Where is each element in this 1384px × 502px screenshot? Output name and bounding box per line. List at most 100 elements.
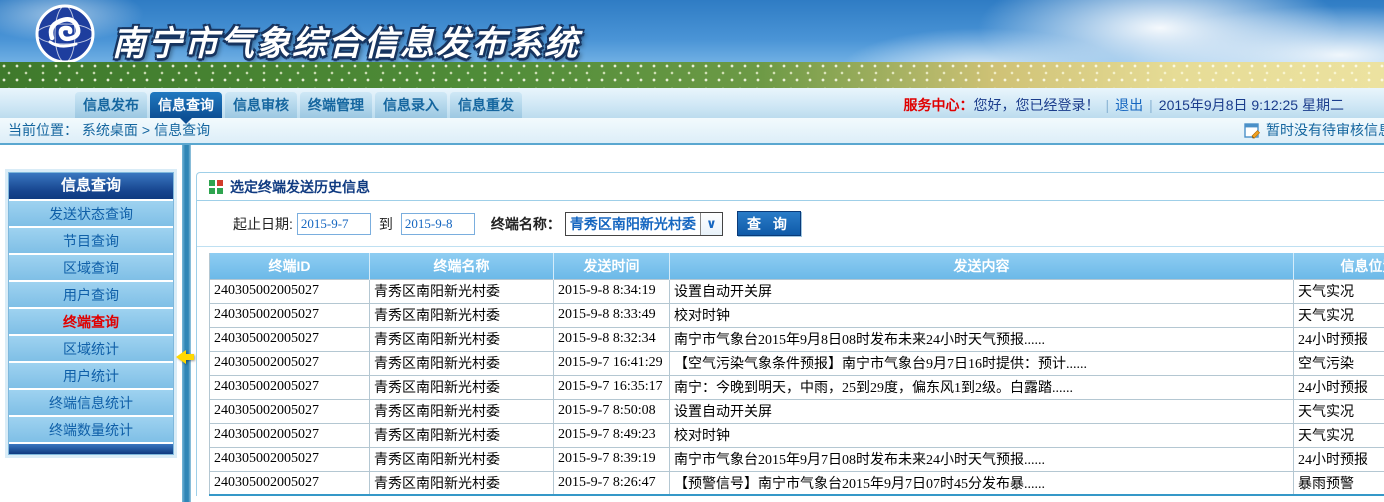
datetime-label: 2015年9月8日 9:12:25 星期二	[1159, 97, 1344, 113]
login-greeting: 您好，您已经登录！	[974, 97, 1100, 113]
logout-link[interactable]: 退出	[1115, 97, 1143, 113]
table-cell-r5-c4: 天气实况	[1294, 399, 1384, 423]
nav-tab-1[interactable]: 信息查询	[150, 92, 222, 118]
terminal-name-label: 终端名称：	[491, 214, 561, 234]
nav-tab-3[interactable]: 终端管理	[300, 92, 372, 118]
table-cell-r3-c3: 【空气污染气象条件预报】南宁市气象台9月7日16时提供：预计......	[670, 351, 1294, 375]
table-cell-r0-c2: 2015-9-8 8:34:19	[554, 279, 670, 303]
pending-review-notice: 暂时没有待审核信息	[1244, 118, 1384, 143]
table-cell-r4-c1: 青秀区南阳新光村委	[370, 375, 554, 399]
header-banner: 中国气象 南宁市气象综合信息发布系统	[0, 0, 1384, 88]
table-cell-r4-c2: 2015-9-7 16:35:17	[554, 375, 670, 399]
table-cell-r2-c0: 240305002005027	[210, 327, 370, 351]
table-col-header-0: 终端ID	[210, 253, 370, 279]
sidebar-menu: 信息查询 发送状态查询节目查询区域查询用户查询终端查询区域统计用户统计终端信息统…	[8, 172, 174, 455]
table-cell-r8-c2: 2015-9-7 8:26:47	[554, 471, 670, 495]
table-cell-r3-c1: 青秀区南阳新光村委	[370, 351, 554, 375]
table-cell-r7-c3: 南宁市气象台2015年9月7日08时发布未来24小时天气预报......	[670, 447, 1294, 471]
cma-logo: 中国气象	[22, 4, 108, 88]
nav-tab-5[interactable]: 信息重发	[450, 92, 522, 118]
app-title: 南宁市气象综合信息发布系统	[112, 16, 580, 65]
nav-tab-0[interactable]: 信息发布	[75, 92, 147, 118]
table-cell-r2-c2: 2015-9-8 8:32:34	[554, 327, 670, 351]
nav-tab-2[interactable]: 信息审核	[225, 92, 297, 118]
main-nav: 信息发布信息查询信息审核终端管理信息录入信息重发 服务中心：您好，您已经登录！|…	[0, 88, 1384, 118]
sidebar-item-5[interactable]: 区域统计	[9, 334, 173, 361]
table-row: 240305002005027青秀区南阳新光村委2015-9-7 16:41:2…	[210, 351, 1384, 375]
table-cell-r7-c2: 2015-9-7 8:39:19	[554, 447, 670, 471]
sidebar-item-0[interactable]: 发送状态查询	[9, 199, 173, 226]
table-cell-r5-c1: 青秀区南阳新光村委	[370, 399, 554, 423]
table-col-header-3: 发送内容	[670, 253, 1294, 279]
nav-tabs: 信息发布信息查询信息审核终端管理信息录入信息重发	[75, 92, 522, 118]
sidebar-item-3[interactable]: 用户查询	[9, 280, 173, 307]
table-cell-r8-c0: 240305002005027	[210, 471, 370, 495]
sidebar-item-7[interactable]: 终端信息统计	[9, 388, 173, 415]
table-cell-r2-c3: 南宁市气象台2015年9月8日08时发布未来24小时天气预报......	[670, 327, 1294, 351]
collapse-arrow-icon[interactable]	[176, 350, 186, 364]
table-col-header-4: 信息位置	[1294, 253, 1384, 279]
table-cell-r8-c3: 【预警信号】南宁市气象台2015年9月7日07时45分发布暴......	[670, 471, 1294, 495]
table-row: 240305002005027青秀区南阳新光村委2015-9-7 8:49:23…	[210, 423, 1384, 447]
table-cell-r6-c4: 天气实况	[1294, 423, 1384, 447]
table-header-row: 终端ID终端名称发送时间发送内容信息位置	[210, 253, 1384, 279]
table-cell-r3-c0: 240305002005027	[210, 351, 370, 375]
history-panel: 选定终端发送历史信息 起止日期: 到 终端名称： 青秀区南阳新光村委 ∨ 查 询…	[196, 172, 1384, 496]
sidebar-item-6[interactable]: 用户统计	[9, 361, 173, 388]
table-cell-r7-c0: 240305002005027	[210, 447, 370, 471]
table-cell-r3-c2: 2015-9-7 16:41:29	[554, 351, 670, 375]
breadcrumb-prefix: 当前位置：	[8, 122, 78, 138]
breadcrumb-item-0[interactable]: 系统桌面	[82, 122, 138, 138]
table-cell-r3-c4: 空气污染	[1294, 351, 1384, 375]
table-cell-r2-c4: 24小时预报	[1294, 327, 1384, 351]
table-cell-r7-c4: 24小时预报	[1294, 447, 1384, 471]
query-form: 起止日期: 到 终端名称： 青秀区南阳新光村委 ∨ 查 询	[197, 201, 1384, 247]
table-cell-r5-c3: 设置自动开关屏	[670, 399, 1294, 423]
sidebar-header: 信息查询	[9, 173, 173, 199]
date-from-input[interactable]	[297, 213, 371, 235]
date-range-label: 起止日期:	[233, 214, 293, 234]
sidebar-item-8[interactable]: 终端数量统计	[9, 415, 173, 442]
table-cell-r5-c2: 2015-9-7 8:50:08	[554, 399, 670, 423]
table-cell-r1-c1: 青秀区南阳新光村委	[370, 303, 554, 327]
table-cell-r0-c3: 设置自动开关屏	[670, 279, 1294, 303]
table-cell-r1-c2: 2015-9-8 8:33:49	[554, 303, 670, 327]
table-row: 240305002005027青秀区南阳新光村委2015-9-7 8:26:47…	[210, 471, 1384, 495]
edit-document-icon	[1244, 123, 1261, 139]
table-cell-r0-c1: 青秀区南阳新光村委	[370, 279, 554, 303]
sidebar-item-2[interactable]: 区域查询	[9, 253, 173, 280]
table-cell-r7-c1: 青秀区南阳新光村委	[370, 447, 554, 471]
table-row: 240305002005027青秀区南阳新光村委2015-9-7 16:35:1…	[210, 375, 1384, 399]
table-col-header-1: 终端名称	[370, 253, 554, 279]
breadcrumb-item-1[interactable]: 信息查询	[154, 122, 210, 138]
table-cell-r1-c3: 校对时钟	[670, 303, 1294, 327]
nav-tab-4[interactable]: 信息录入	[375, 92, 447, 118]
breadcrumb-separator: >	[142, 122, 150, 138]
sidebar-splitter[interactable]	[182, 145, 191, 502]
table-row: 240305002005027青秀区南阳新光村委2015-9-8 8:34:19…	[210, 279, 1384, 303]
table-cell-r6-c3: 校对时钟	[670, 423, 1294, 447]
date-to-input[interactable]	[401, 213, 475, 235]
table-cell-r0-c0: 240305002005027	[210, 279, 370, 303]
table-cell-r6-c1: 青秀区南阳新光村委	[370, 423, 554, 447]
history-table: 终端ID终端名称发送时间发送内容信息位置 240305002005027青秀区南…	[209, 253, 1384, 496]
table-cell-r4-c0: 240305002005027	[210, 375, 370, 399]
table-cell-r8-c4: 暴雨预警	[1294, 471, 1384, 495]
terminal-select[interactable]: 青秀区南阳新光村委 ∨	[565, 212, 723, 236]
query-button[interactable]: 查 询	[737, 211, 801, 236]
sidebar-item-4[interactable]: 终端查询	[9, 307, 173, 334]
table-cell-r6-c0: 240305002005027	[210, 423, 370, 447]
table-cell-r0-c4: 天气实况	[1294, 279, 1384, 303]
chevron-down-icon[interactable]: ∨	[700, 213, 722, 235]
terminal-select-value: 青秀区南阳新光村委	[566, 214, 700, 234]
user-status-bar: 服务中心：您好，您已经登录！|退出|2015年9月8日 9:12:25 星期二	[904, 95, 1345, 115]
table-cell-r5-c0: 240305002005027	[210, 399, 370, 423]
table-cell-r6-c2: 2015-9-7 8:49:23	[554, 423, 670, 447]
grid-icon	[209, 180, 223, 194]
table-cell-r8-c1: 青秀区南阳新光村委	[370, 471, 554, 495]
table-row: 240305002005027青秀区南阳新光村委2015-9-7 8:39:19…	[210, 447, 1384, 471]
table-col-header-2: 发送时间	[554, 253, 670, 279]
sidebar-item-1[interactable]: 节目查询	[9, 226, 173, 253]
panel-header: 选定终端发送历史信息	[197, 173, 1384, 201]
page-body: 信息查询 发送状态查询节目查询区域查询用户查询终端查询区域统计用户统计终端信息统…	[0, 145, 1384, 502]
